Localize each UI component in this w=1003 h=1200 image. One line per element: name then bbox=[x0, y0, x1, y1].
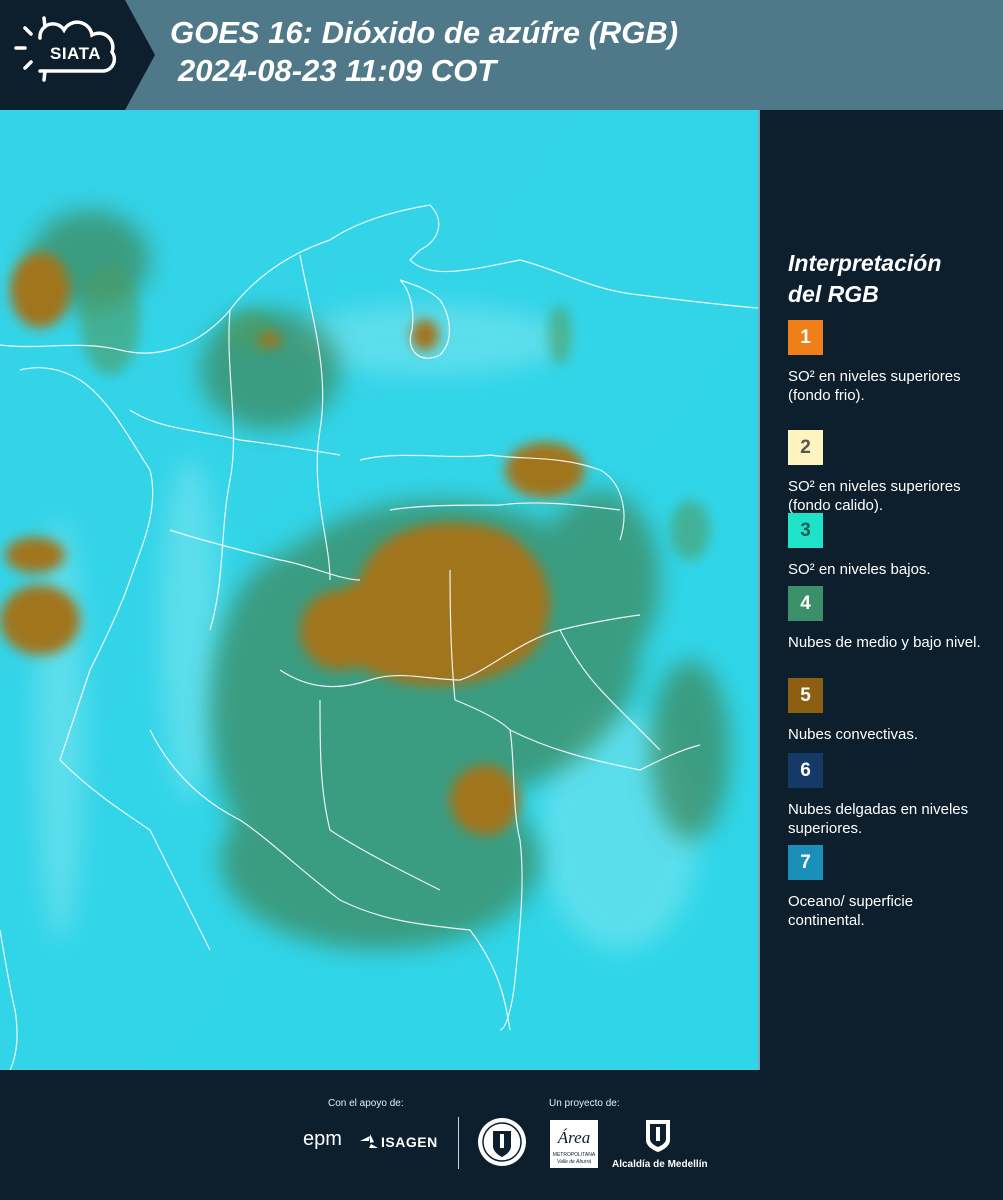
alcaldia-text: Alcaldía de Medellín bbox=[612, 1159, 708, 1170]
map-side-border bbox=[758, 110, 760, 1070]
title-line-2: 2024-08-23 11:09 COT bbox=[178, 53, 497, 88]
legend-title: Interpretación del RGB bbox=[788, 248, 993, 310]
epm-logo: epm bbox=[303, 1128, 342, 1150]
area-metropolitana-logo: Área METROPOLITANA Valle de Aburrá bbox=[550, 1120, 598, 1168]
legend-item-text: SO² en niveles bajos. bbox=[788, 561, 931, 578]
page-title: GOES 16: Dióxido de azúfre (RGB) 2024-08… bbox=[170, 14, 678, 90]
support-label: Con el apoyo de: bbox=[328, 1098, 404, 1109]
siata-logo: SIATA bbox=[0, 0, 155, 110]
legend-item-text: Nubes convectivas. bbox=[788, 726, 919, 743]
medellin-seal-icon bbox=[476, 1116, 528, 1173]
legend-swatch: 6 bbox=[788, 753, 823, 788]
legend-item-3: 3 SO² en niveles bajos. bbox=[788, 513, 993, 579]
legend-swatch: 1 bbox=[788, 320, 823, 355]
legend-item-text: SO² en niveles superiores (fondo calido)… bbox=[788, 478, 961, 514]
alcaldia-shield-icon bbox=[644, 1118, 672, 1159]
footer-divider bbox=[458, 1117, 459, 1169]
legend-title-line-1: Interpretación bbox=[788, 250, 942, 276]
title-line-1: GOES 16: Dióxido de azúfre (RGB) bbox=[170, 15, 679, 50]
legend-item-4: 4 Nubes de medio y bajo nivel. bbox=[788, 586, 993, 652]
logo-text: SIATA bbox=[50, 44, 101, 63]
satellite-image bbox=[0, 110, 758, 1070]
legend-swatch: 4 bbox=[788, 586, 823, 621]
area-sub-1: METROPOLITANA bbox=[552, 1152, 596, 1158]
header-bar: SIATA GOES 16: Dióxido de azúfre (RGB) 2… bbox=[0, 0, 1003, 110]
legend-item-7: 7 Oceano/ superficie continental. bbox=[788, 845, 993, 930]
legend-item-text: Oceano/ superficie continental. bbox=[788, 893, 914, 929]
legend-item-text: Nubes delgadas en niveles superiores. bbox=[788, 801, 969, 837]
project-label: Un proyecto de: bbox=[549, 1098, 620, 1109]
isagen-logo: ISAGEN bbox=[381, 1134, 438, 1150]
legend-item-6: 6 Nubes delgadas en niveles superiores. bbox=[788, 753, 993, 838]
isagen-icon bbox=[360, 1132, 380, 1155]
legend-item-text: SO² en niveles superiores (fondo frio). bbox=[788, 368, 961, 404]
legend-swatch: 7 bbox=[788, 845, 823, 880]
legend-item-2: 2 SO² en niveles superiores (fondo calido… bbox=[788, 430, 993, 515]
legend-item-text: Nubes de medio y bajo nivel. bbox=[788, 634, 981, 651]
legend-swatch: 5 bbox=[788, 678, 823, 713]
rgb-legend: Interpretación del RGB 1 SO² en niveles s… bbox=[788, 248, 993, 929]
area-name: Área bbox=[557, 1128, 591, 1147]
legend-swatch: 3 bbox=[788, 513, 823, 548]
legend-item-5: 5 Nubes convectivas. bbox=[788, 678, 993, 744]
legend-title-line-2: del RGB bbox=[788, 281, 879, 307]
footer: Con el apoyo de: Un proyecto de: epm ISA… bbox=[0, 1070, 1003, 1200]
legend-swatch: 2 bbox=[788, 430, 823, 465]
legend-item-1: 1 SO² en niveles superiores (fondo frio). bbox=[788, 320, 993, 405]
area-sub-2: Valle de Aburrá bbox=[556, 1159, 592, 1165]
